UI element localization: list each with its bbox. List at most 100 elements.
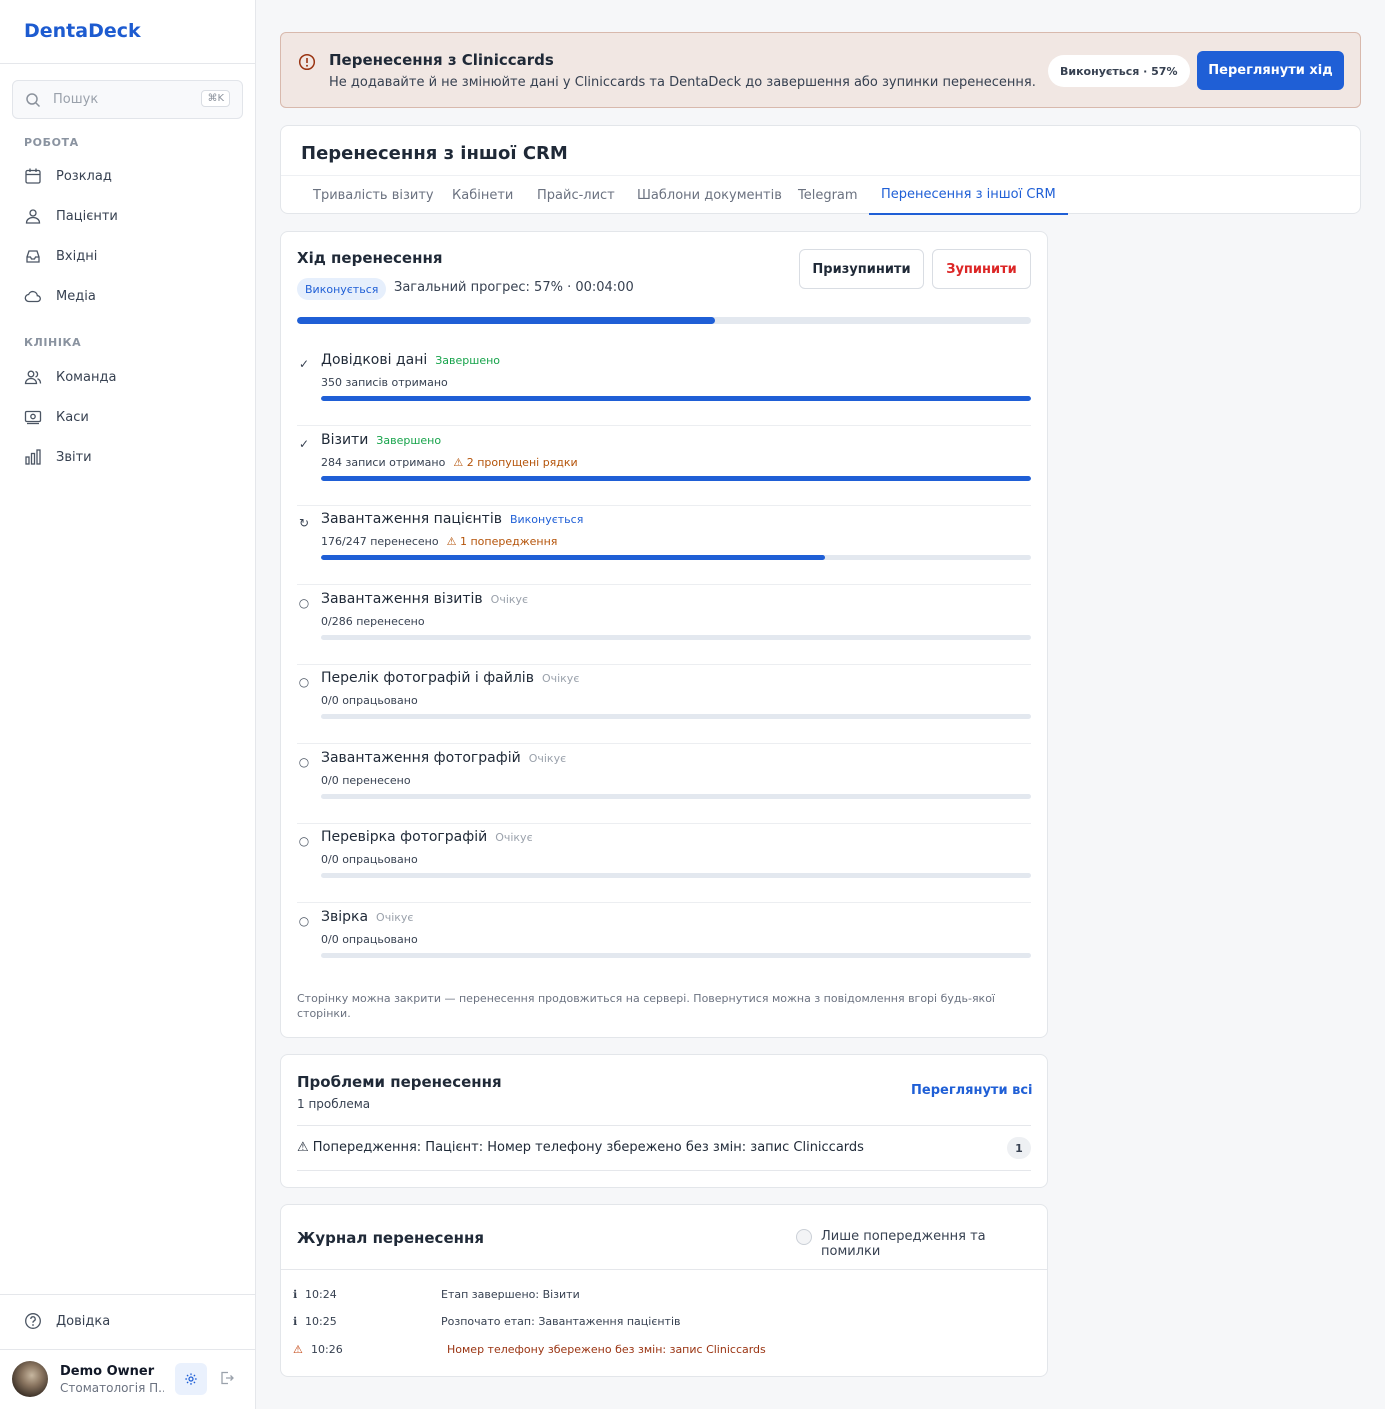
stage-progress-fill xyxy=(321,396,1031,401)
section-label-work: РОБОТА xyxy=(24,136,79,149)
banner-description: Не додавайте й не змінюйте дані у Clinic… xyxy=(329,75,1036,90)
stage-name-line: Перевірка фотографій Очікує xyxy=(321,829,533,845)
stage-name-line: Завантаження фотографій Очікує xyxy=(321,750,566,766)
progress-title: Хід перенесення xyxy=(297,249,443,267)
search-placeholder: Пошук xyxy=(53,92,99,107)
tab-telegram[interactable]: Telegram xyxy=(798,176,858,215)
stage-name-line: Перелік фотографій і файлів Очікує xyxy=(321,670,579,686)
view-progress-button[interactable]: Переглянути хід xyxy=(1197,51,1344,90)
stage-progress-bar xyxy=(321,634,1031,640)
sidebar-item-help[interactable]: Довідка xyxy=(12,1304,243,1338)
log-card: Журнал перенесення Лише попередження та … xyxy=(280,1204,1048,1377)
stage-warning: ⚠ 1 попередження xyxy=(446,535,558,548)
stop-button[interactable]: Зупинити xyxy=(932,249,1031,289)
log-entry: ℹ 10:24 Етап завершено: Візити xyxy=(293,1288,1033,1306)
log-entry: ⚠ 10:26 Номер телефону збережено без змі… xyxy=(293,1343,1033,1361)
patients-icon xyxy=(25,209,41,224)
stage-status: Очікує xyxy=(541,672,580,685)
sidebar-item-inbox[interactable]: Вхідні xyxy=(12,239,243,273)
view-all-link[interactable]: Переглянути всі xyxy=(911,1083,1033,1098)
tab-crm-migration[interactable]: Перенесення з іншої CRM xyxy=(869,176,1068,215)
tab-price-list[interactable]: Прайс-лист xyxy=(537,176,615,215)
stage-detail-line: 0/0 опрацьовано xyxy=(321,933,418,946)
stage-status-icon: ✓ xyxy=(298,357,310,371)
stage-detail-line: 0/0 опрацьовано xyxy=(321,694,418,707)
stage-detail: 350 записів отримано xyxy=(321,376,448,389)
main-content: Перенесення з Cliniccards Не додавайте й… xyxy=(256,0,1385,1409)
stage-name: Звірка xyxy=(321,908,369,925)
stage-status-icon: ✓ xyxy=(298,436,310,451)
sidebar-item-reports[interactable]: Звіти xyxy=(12,440,243,474)
stage-detail: 0/0 опрацьовано xyxy=(321,932,418,946)
stage-progress-fill xyxy=(321,555,826,560)
search-shortcut: ⌘K xyxy=(201,90,230,107)
issue-row[interactable]: ⚠ Попередження: Пацієнт: Номер телефону … xyxy=(297,1125,1031,1171)
tab-visit-duration[interactable]: Тривалість візиту xyxy=(313,176,434,215)
stage-status: Виконується xyxy=(509,513,584,526)
stage-progress-bar xyxy=(321,952,1031,958)
stage-status-icon: ↻ xyxy=(298,516,310,530)
alert-icon xyxy=(298,53,316,75)
divider xyxy=(281,1269,1047,1270)
stage-progress-bar xyxy=(321,475,1031,481)
sidebar-item-label: Команда xyxy=(56,369,117,385)
sidebar-item-team[interactable]: Команда xyxy=(12,360,243,394)
log-message: Номер телефону збережено без змін: запис… xyxy=(447,1343,766,1356)
stage-status: Завершено xyxy=(435,354,501,367)
overall-progress-fill xyxy=(297,317,716,324)
page-title: Перенесення з іншої CRM xyxy=(301,143,568,164)
pause-button[interactable]: Призупинити xyxy=(799,249,924,289)
sidebar-item-label: Розклад xyxy=(56,168,112,184)
divider xyxy=(0,1294,255,1295)
logout-button[interactable] xyxy=(219,1370,235,1390)
warning-icon: ⚠ xyxy=(293,1343,303,1356)
app-logo[interactable]: DentaDeck xyxy=(24,20,141,42)
calendar-icon xyxy=(25,168,41,184)
sidebar-item-schedule[interactable]: Розклад xyxy=(12,159,243,193)
search-input[interactable]: Пошук ⌘K xyxy=(12,80,243,119)
stage-status-icon: ○ xyxy=(298,595,310,610)
sidebar-item-label: Каси xyxy=(56,409,89,425)
stage-detail-line: 0/286 перенесено xyxy=(321,615,425,628)
stage-name: Завантаження фотографій xyxy=(321,749,521,766)
sidebar-item-cash[interactable]: Каси xyxy=(12,400,243,434)
log-time: 10:25 xyxy=(305,1315,337,1328)
sidebar-item-label: Довідка xyxy=(56,1313,111,1329)
issues-count: 1 проблема xyxy=(297,1097,371,1111)
overall-progress-text: Загальний прогрес: 57% · 00:04:00 xyxy=(394,280,634,295)
stage-name: Перевірка фотографій xyxy=(321,829,488,845)
progress-note: Сторінку можна закрити — перенесення про… xyxy=(297,992,995,1020)
migration-banner: Перенесення з Cliniccards Не додавайте й… xyxy=(280,32,1361,108)
info-icon: ℹ xyxy=(293,1288,298,1301)
stage-status: Очікує xyxy=(376,910,414,924)
issue-count-badge: 1 xyxy=(1007,1137,1031,1159)
stage-row: ✓ Візити Завершено 284 записи отримано ⚠ 2 п… xyxy=(297,426,1031,506)
stage-name: Завантаження пацієнтів xyxy=(321,511,502,527)
issues-card: Проблеми перенесення 1 проблема Переглян… xyxy=(280,1054,1048,1188)
team-icon xyxy=(24,370,42,385)
stage-progress-bar xyxy=(321,714,1031,719)
stage-detail-line: 350 записів отримано xyxy=(321,376,448,389)
user-clinic: Стоматологія П... xyxy=(60,1381,164,1395)
stage-progress-bar xyxy=(321,873,1031,878)
stage-detail: 284 записи отримано xyxy=(321,455,446,469)
stage-row: ✓ Довідкові дані Завершено 350 записів отри… xyxy=(297,346,1031,426)
stage-detail: 0/0 опрацьовано xyxy=(321,853,418,866)
sidebar-item-label: Звіти xyxy=(56,449,92,465)
stage-detail: 176/247 перенесено xyxy=(321,535,439,548)
stage-row: ↻ Завантаження пацієнтів Виконується 176/24… xyxy=(297,505,1031,585)
sidebar-item-media[interactable]: Медіа xyxy=(12,279,243,313)
settings-button[interactable] xyxy=(175,1363,207,1395)
stage-status: Завершено xyxy=(376,433,442,447)
warnings-only-label[interactable]: Лише попередження та помилки xyxy=(821,1229,1047,1259)
stage-progress-fill xyxy=(321,475,1031,481)
tab-document-templates[interactable]: Шаблони документів xyxy=(637,176,782,215)
stage-detail: 0/286 перенесено xyxy=(321,614,425,628)
avatar[interactable] xyxy=(12,1361,48,1397)
sidebar-item-patients[interactable]: Пацієнти xyxy=(12,199,243,233)
stage-progress-bar xyxy=(321,793,1031,799)
log-entry: ℹ 10:25 Розпочато етап: Завантаження пац… xyxy=(293,1315,1033,1333)
tab-rooms[interactable]: Кабінети xyxy=(452,176,513,215)
warnings-only-checkbox[interactable] xyxy=(796,1229,812,1245)
stage-status-icon: ○ xyxy=(298,754,310,769)
